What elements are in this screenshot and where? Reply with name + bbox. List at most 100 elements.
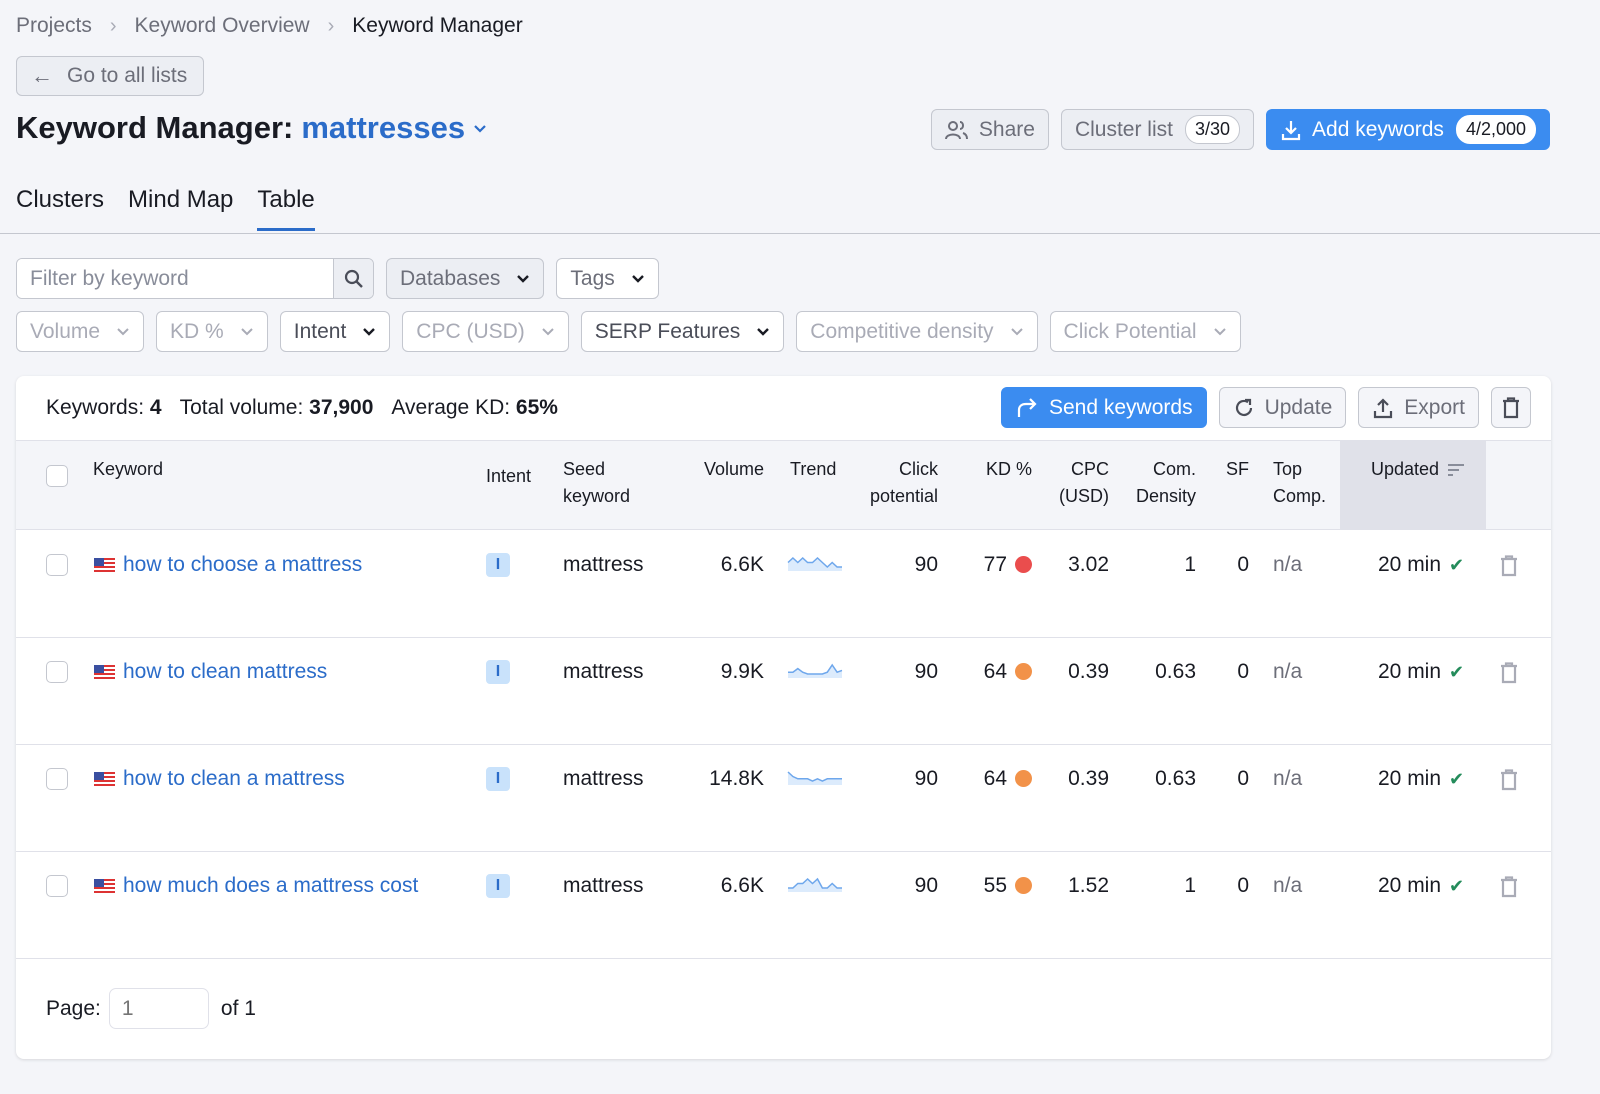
page-title-prefix: Keyword Manager: xyxy=(16,110,294,145)
keyword-count-badge: 4/2,000 xyxy=(1455,115,1536,144)
chevron-down-icon xyxy=(363,327,376,336)
cpc-filter[interactable]: CPC (USD) xyxy=(402,311,569,352)
check-icon: ✔ xyxy=(1449,554,1465,575)
chevron-down-icon xyxy=(542,327,554,335)
kd-number: 64 xyxy=(983,660,1007,683)
breadcrumb-keyword-overview[interactable]: Keyword Overview xyxy=(135,14,310,38)
send-keywords-button[interactable]: Send keywords xyxy=(1001,387,1207,428)
col-intent[interactable]: Intent xyxy=(486,463,531,490)
cpc-value: 0.39 xyxy=(1068,767,1109,790)
check-icon: ✔ xyxy=(1449,661,1465,682)
col-com-density[interactable]: Com. Density xyxy=(1116,456,1196,510)
trash-icon[interactable] xyxy=(1500,662,1518,684)
go-to-all-lists-label: Go to all lists xyxy=(67,64,188,87)
col-seed-line1: Seed xyxy=(563,459,606,479)
serp-features-filter[interactable]: SERP Features xyxy=(580,311,785,352)
breadcrumb: Projects › Keyword Overview › Keyword Ma… xyxy=(16,14,523,38)
seed-keyword: mattress xyxy=(563,553,644,576)
send-keywords-label: Send keywords xyxy=(1049,395,1193,419)
updated-text: 20 min xyxy=(1378,553,1442,576)
row-checkbox[interactable] xyxy=(46,768,68,790)
sort-icon[interactable] xyxy=(1447,463,1465,477)
row-checkbox[interactable] xyxy=(46,661,68,683)
intent-filter[interactable]: Intent xyxy=(279,311,391,352)
add-keywords-label: Add keywords xyxy=(1312,117,1444,141)
go-to-all-lists-button[interactable]: ← Go to all lists xyxy=(16,56,204,96)
pagination: Page: of 1 xyxy=(46,988,256,1029)
keyword-link[interactable]: how to choose a mattress xyxy=(94,553,362,577)
intent-filter-label: Intent xyxy=(293,319,347,343)
tab-clusters[interactable]: Clusters xyxy=(16,186,104,231)
updated-text: 20 min xyxy=(1378,660,1442,683)
col-sf[interactable]: SF xyxy=(1211,456,1249,483)
row-checkbox[interactable] xyxy=(46,554,68,576)
kd-indicator-dot xyxy=(1015,663,1032,680)
trend-sparkline xyxy=(788,663,843,678)
seed-keyword: mattress xyxy=(563,874,644,897)
volume-filter[interactable]: Volume xyxy=(16,311,145,352)
filter-by-keyword-input[interactable] xyxy=(17,259,333,298)
top-comp-value: n/a xyxy=(1273,660,1303,683)
tab-table[interactable]: Table xyxy=(257,186,315,231)
list-name-dropdown[interactable]: mattresses xyxy=(301,110,465,146)
cpc-filter-label: CPC (USD) xyxy=(416,319,525,343)
search-button[interactable] xyxy=(333,259,373,298)
cluster-list-label: Cluster list xyxy=(1074,117,1173,141)
kd-number: 55 xyxy=(983,874,1007,897)
breadcrumb-projects[interactable]: Projects xyxy=(16,14,92,38)
col-top-comp[interactable]: Top Comp. xyxy=(1273,456,1326,510)
page-total: of 1 xyxy=(220,996,256,1020)
kd-filter[interactable]: KD % xyxy=(156,311,268,352)
trend-sparkline xyxy=(787,771,842,785)
page-input[interactable] xyxy=(108,988,209,1029)
col-click-line1: Click xyxy=(899,459,938,479)
cluster-list-button[interactable]: Cluster list 3/30 xyxy=(1060,109,1255,150)
keywords-count-label: Keywords: xyxy=(46,396,145,419)
view-tabs: Clusters Mind Map Table xyxy=(16,186,315,231)
seed-keyword: mattress xyxy=(563,660,644,683)
table-row: how to clean mattress I mattress 9.9K 90… xyxy=(16,638,1551,745)
update-button[interactable]: Update xyxy=(1218,387,1347,428)
click-potential-filter[interactable]: Click Potential xyxy=(1049,311,1241,352)
intent-badge: I xyxy=(486,767,510,791)
keyword-link[interactable]: how to clean a mattress xyxy=(94,767,345,791)
chevron-down-icon[interactable] xyxy=(473,121,487,135)
competitive-density-filter[interactable]: Competitive density xyxy=(796,311,1038,352)
col-cpc[interactable]: CPC (USD) xyxy=(1046,456,1109,510)
col-updated[interactable]: Updated xyxy=(1371,456,1465,483)
export-button[interactable]: Export xyxy=(1358,387,1479,428)
check-icon: ✔ xyxy=(1449,875,1465,896)
col-volume[interactable]: Volume xyxy=(676,456,764,483)
add-keywords-button[interactable]: Add keywords 4/2,000 xyxy=(1266,109,1550,150)
keyword-link[interactable]: how much does a mattress cost xyxy=(94,874,418,898)
trash-icon[interactable] xyxy=(1500,876,1518,898)
tags-dropdown[interactable]: Tags xyxy=(556,258,659,299)
table-header: Keyword Intent Seed keyword Volume Trend … xyxy=(16,440,1551,530)
kd-indicator-dot xyxy=(1015,556,1032,573)
com-density-value: 1 xyxy=(1184,874,1196,897)
top-comp-value: n/a xyxy=(1273,767,1303,790)
volume-value: 9.9K xyxy=(720,660,764,683)
click-potential-value: 90 xyxy=(914,660,938,683)
col-click-potential[interactable]: Click potential xyxy=(846,456,938,510)
click-potential-value: 90 xyxy=(914,553,938,576)
col-seed-keyword[interactable]: Seed keyword xyxy=(563,456,630,510)
databases-dropdown[interactable]: Databases xyxy=(386,258,545,299)
row-checkbox[interactable] xyxy=(46,875,68,897)
total-volume: Total volume: 37,900 xyxy=(180,396,374,420)
table-row: how to choose a mattress I mattress 6.6K… xyxy=(16,531,1551,638)
delete-all-button[interactable] xyxy=(1491,387,1531,428)
col-click-line2: potential xyxy=(869,486,938,506)
col-keyword[interactable]: Keyword xyxy=(93,456,163,483)
trash-icon[interactable] xyxy=(1500,555,1518,577)
keyword-table-panel: Keywords: 4 Total volume: 37,900 Average… xyxy=(16,376,1551,1059)
share-button[interactable]: Share xyxy=(930,109,1049,150)
keyword-link[interactable]: how to clean mattress xyxy=(94,660,327,684)
tab-mind-map[interactable]: Mind Map xyxy=(128,186,233,231)
us-flag-icon xyxy=(94,772,115,786)
col-kd[interactable]: KD % xyxy=(956,456,1032,483)
kd-value: 55 xyxy=(956,874,1032,898)
trash-icon[interactable] xyxy=(1500,769,1518,791)
select-all-checkbox[interactable] xyxy=(46,465,68,487)
total-volume-value: 37,900 xyxy=(309,396,374,419)
